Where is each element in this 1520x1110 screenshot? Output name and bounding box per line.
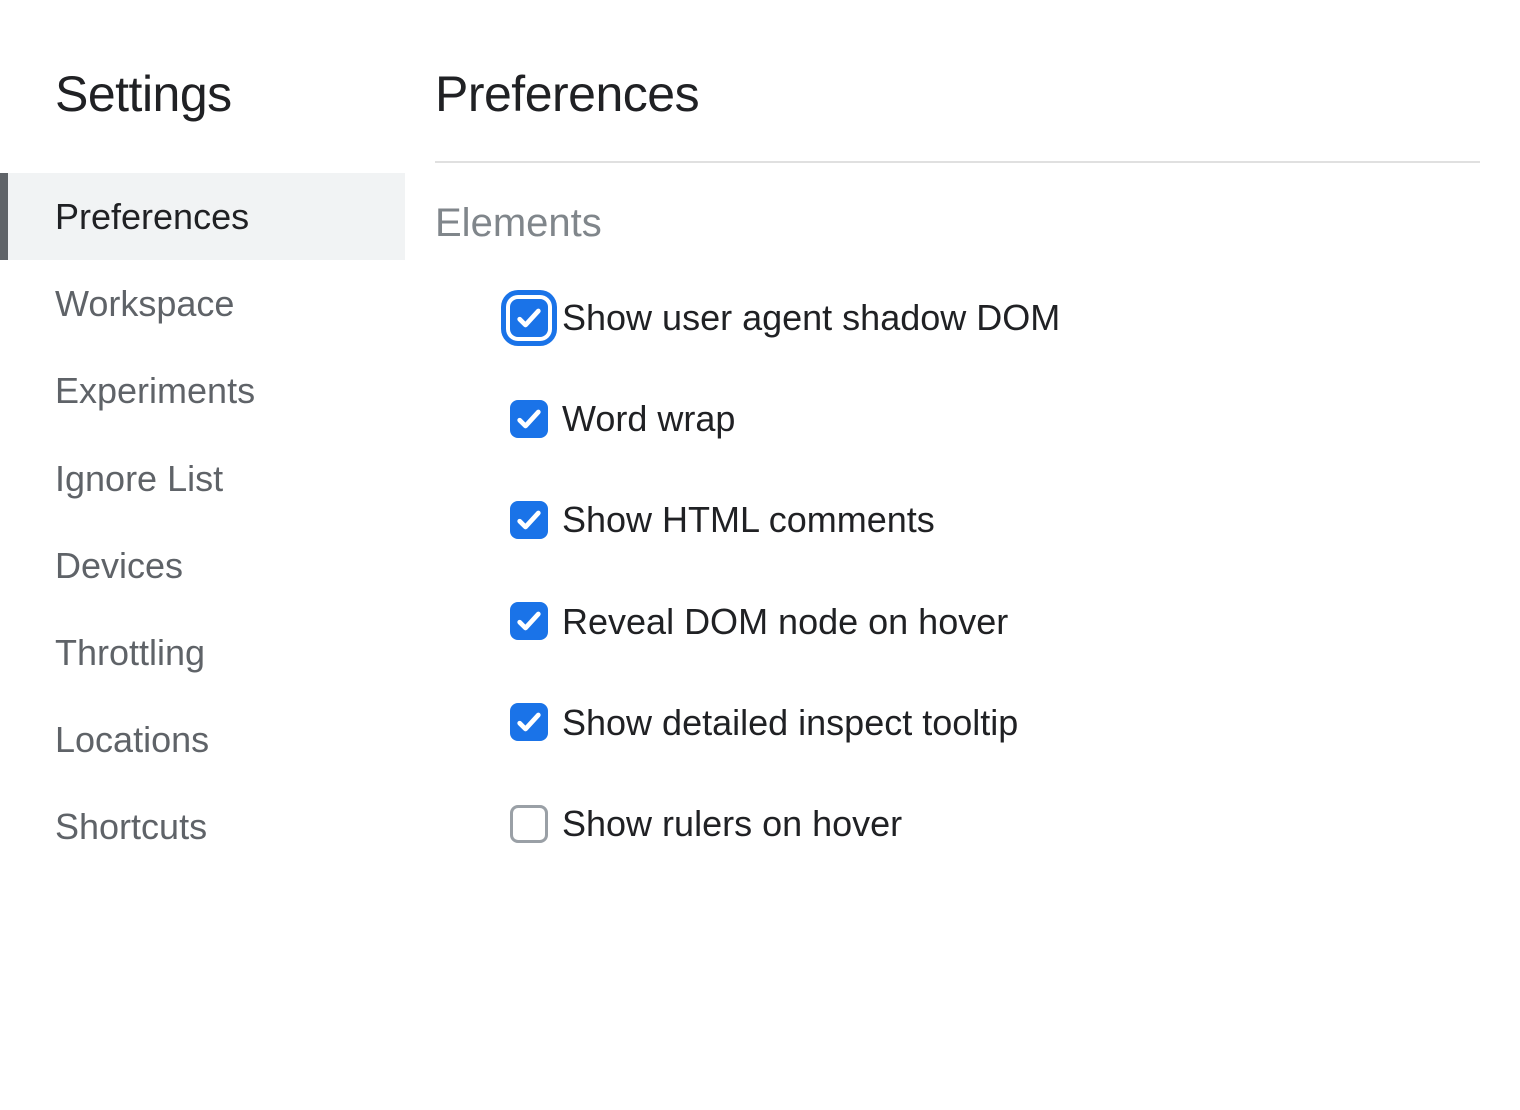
sidebar-title: Settings <box>0 65 405 123</box>
checkbox[interactable] <box>510 400 548 438</box>
sidebar-item-label: Ignore List <box>55 458 223 499</box>
option-label: Show HTML comments <box>562 498 935 541</box>
option-label: Show rulers on hover <box>562 802 902 845</box>
checkmark-icon <box>515 405 543 433</box>
checkbox[interactable] <box>510 299 548 337</box>
sidebar-item-preferences[interactable]: Preferences <box>0 173 405 260</box>
sidebar-item-label: Workspace <box>55 283 234 324</box>
option-label: Word wrap <box>562 397 735 440</box>
sidebar-nav: Preferences Workspace Experiments Ignore Li… <box>0 173 405 871</box>
page-title: Preferences <box>435 65 1480 123</box>
checkmark-icon <box>515 607 543 635</box>
checkbox[interactable] <box>510 602 548 640</box>
checkbox[interactable] <box>510 805 548 843</box>
divider <box>435 161 1480 163</box>
sidebar-item-label: Devices <box>55 545 183 586</box>
option-label: Show user agent shadow DOM <box>562 296 1060 339</box>
option-row[interactable]: Reveal DOM node on hover <box>510 600 1480 643</box>
sidebar-item-experiments[interactable]: Experiments <box>0 347 405 434</box>
options-list: Show user agent shadow DOM Word wrap Show … <box>435 296 1480 845</box>
sidebar-item-label: Experiments <box>55 370 255 411</box>
sidebar-item-throttling[interactable]: Throttling <box>0 609 405 696</box>
main-content: Preferences Elements Show user agent sha… <box>405 0 1520 1110</box>
checkbox[interactable] <box>510 703 548 741</box>
sidebar-item-label: Locations <box>55 719 209 760</box>
sidebar-item-workspace[interactable]: Workspace <box>0 260 405 347</box>
option-row[interactable]: Word wrap <box>510 397 1480 440</box>
option-row[interactable]: Show HTML comments <box>510 498 1480 541</box>
sidebar-item-ignore-list[interactable]: Ignore List <box>0 435 405 522</box>
sidebar-item-locations[interactable]: Locations <box>0 696 405 783</box>
sidebar-item-label: Throttling <box>55 632 205 673</box>
checkmark-icon <box>515 304 543 332</box>
option-row[interactable]: Show rulers on hover <box>510 802 1480 845</box>
sidebar-item-label: Shortcuts <box>55 806 207 847</box>
sidebar-item-shortcuts[interactable]: Shortcuts <box>0 783 405 870</box>
settings-sidebar: Settings Preferences Workspace Experiments… <box>0 0 405 1110</box>
sidebar-item-label: Preferences <box>55 196 249 237</box>
sidebar-item-devices[interactable]: Devices <box>0 522 405 609</box>
option-label: Reveal DOM node on hover <box>562 600 1008 643</box>
checkbox[interactable] <box>510 501 548 539</box>
option-row[interactable]: Show detailed inspect tooltip <box>510 701 1480 744</box>
option-label: Show detailed inspect tooltip <box>562 701 1018 744</box>
checkmark-icon <box>515 708 543 736</box>
checkmark-icon <box>515 506 543 534</box>
option-row[interactable]: Show user agent shadow DOM <box>510 296 1480 339</box>
section-title: Elements <box>435 201 1480 246</box>
